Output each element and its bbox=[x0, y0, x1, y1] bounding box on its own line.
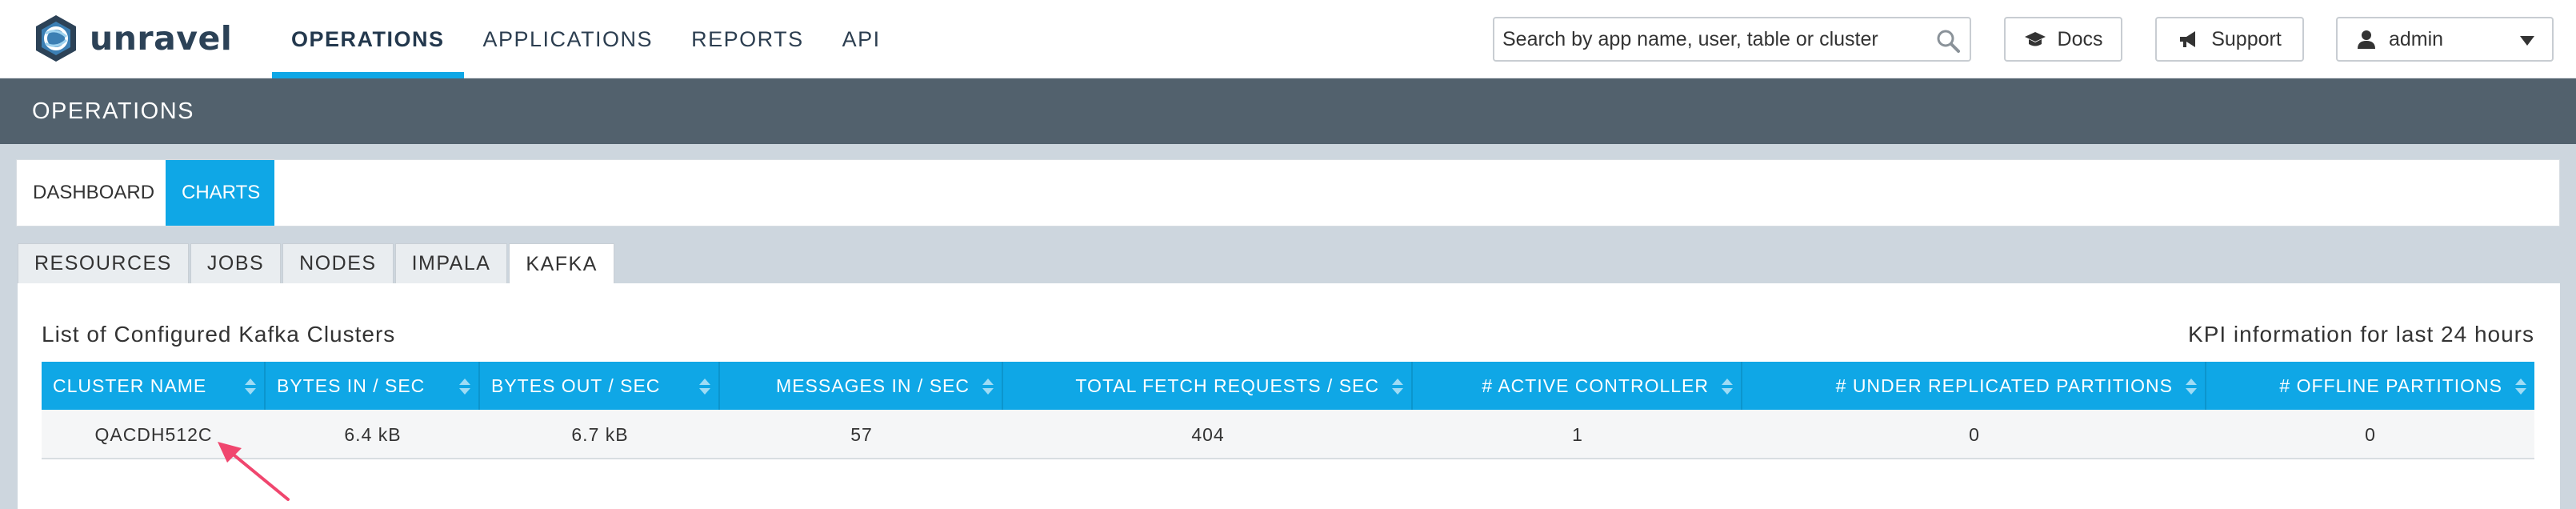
tab-resources[interactable]: RESOURCES bbox=[18, 243, 189, 283]
unravel-logo-icon bbox=[36, 15, 76, 62]
search-input[interactable] bbox=[1502, 18, 1934, 60]
megaphone-icon bbox=[2180, 31, 2196, 47]
kafka-panel: List of Configured Kafka Clusters KPI in… bbox=[18, 283, 2560, 509]
graduation-cap-icon bbox=[2024, 32, 2046, 46]
nav-applications[interactable]: APPLICATIONS bbox=[464, 0, 673, 78]
kafka-clusters-table: CLUSTER NAME BYTES IN / SEC BYTES OUT / … bbox=[42, 362, 2534, 459]
sort-icon bbox=[982, 379, 994, 395]
main-nav: OPERATIONS APPLICATIONS REPORTS API bbox=[272, 0, 900, 78]
main-tabs: DASHBOARD CHARTS bbox=[16, 159, 2560, 226]
user-menu-button[interactable]: admin bbox=[2336, 17, 2554, 62]
cell-messages-in: 57 bbox=[850, 423, 873, 445]
cell-offline-partitions: 0 bbox=[2365, 423, 2376, 445]
user-icon bbox=[2358, 30, 2375, 49]
sort-icon bbox=[1392, 379, 1403, 395]
cell-bytes-out: 6.7 kB bbox=[571, 423, 629, 445]
sort-icon bbox=[2515, 379, 2526, 395]
brand-name: unravel bbox=[90, 19, 233, 58]
support-label: Support bbox=[2211, 27, 2282, 50]
sort-icon bbox=[2186, 379, 2197, 395]
cell-total-fetch-requests: 404 bbox=[1191, 423, 1225, 445]
brand-logo[interactable]: unravel bbox=[30, 13, 232, 64]
kafka-list-title: List of Configured Kafka Clusters bbox=[42, 322, 396, 347]
annotation-arrow-icon bbox=[218, 442, 290, 501]
table-header: CLUSTER NAME BYTES IN / SEC BYTES OUT / … bbox=[42, 362, 2534, 410]
column-header-bytes-out[interactable]: BYTES OUT / SEC bbox=[480, 362, 720, 410]
column-header-total-fetch-requests[interactable]: TOTAL FETCH REQUESTS / SEC bbox=[1003, 362, 1413, 410]
cell-under-replicated-partitions: 0 bbox=[1969, 423, 1980, 445]
search-box bbox=[1493, 17, 1971, 62]
cell-bytes-in: 6.4 kB bbox=[344, 423, 402, 445]
nav-operations[interactable]: OPERATIONS bbox=[272, 0, 464, 78]
kpi-note: KPI information for last 24 hours bbox=[2188, 322, 2534, 347]
sort-icon bbox=[1722, 379, 1733, 395]
user-name: admin bbox=[2389, 27, 2444, 50]
column-header-bytes-in[interactable]: BYTES IN / SEC bbox=[266, 362, 480, 410]
docs-label: Docs bbox=[2057, 27, 2103, 50]
cell-active-controller: 1 bbox=[1572, 423, 1583, 445]
support-button[interactable]: Support bbox=[2155, 17, 2304, 62]
column-header-cluster-name[interactable]: CLUSTER NAME bbox=[42, 362, 266, 410]
nav-api[interactable]: API bbox=[823, 0, 900, 78]
top-navbar: unravel OPERATIONS APPLICATIONS REPORTS … bbox=[0, 0, 2576, 78]
sort-icon bbox=[245, 379, 256, 395]
column-header-active-controller[interactable]: # ACTIVE CONTROLLER bbox=[1413, 362, 1742, 410]
nav-reports[interactable]: REPORTS bbox=[672, 0, 823, 78]
column-header-under-replicated-partitions[interactable]: # UNDER REPLICATED PARTITIONS bbox=[1742, 362, 2206, 410]
column-header-messages-in[interactable]: MESSAGES IN / SEC bbox=[720, 362, 1003, 410]
tab-nodes[interactable]: NODES bbox=[282, 243, 394, 283]
sort-icon bbox=[459, 379, 470, 395]
tab-impala[interactable]: IMPALA bbox=[394, 243, 508, 283]
search-icon[interactable] bbox=[1936, 29, 1960, 53]
chevron-down-icon bbox=[2520, 36, 2534, 46]
section-title: OPERATIONS bbox=[32, 98, 194, 124]
tab-kafka[interactable]: KAFKA bbox=[509, 243, 614, 285]
sort-icon bbox=[699, 379, 710, 395]
tab-dashboard[interactable]: DASHBOARD bbox=[17, 160, 166, 226]
table-row[interactable]: QACDH512C 6.4 kB 6.7 kB 57 404 1 0 0 bbox=[42, 410, 2534, 459]
tab-jobs[interactable]: JOBS bbox=[190, 243, 282, 283]
chart-tabs: RESOURCES JOBS NODES IMPALA KAFKA bbox=[18, 243, 614, 285]
column-header-offline-partitions[interactable]: # OFFLINE PARTITIONS bbox=[2206, 362, 2534, 410]
section-title-bar: OPERATIONS bbox=[0, 78, 2576, 144]
tab-charts[interactable]: CHARTS bbox=[166, 160, 274, 226]
docs-button[interactable]: Docs bbox=[2004, 17, 2122, 62]
